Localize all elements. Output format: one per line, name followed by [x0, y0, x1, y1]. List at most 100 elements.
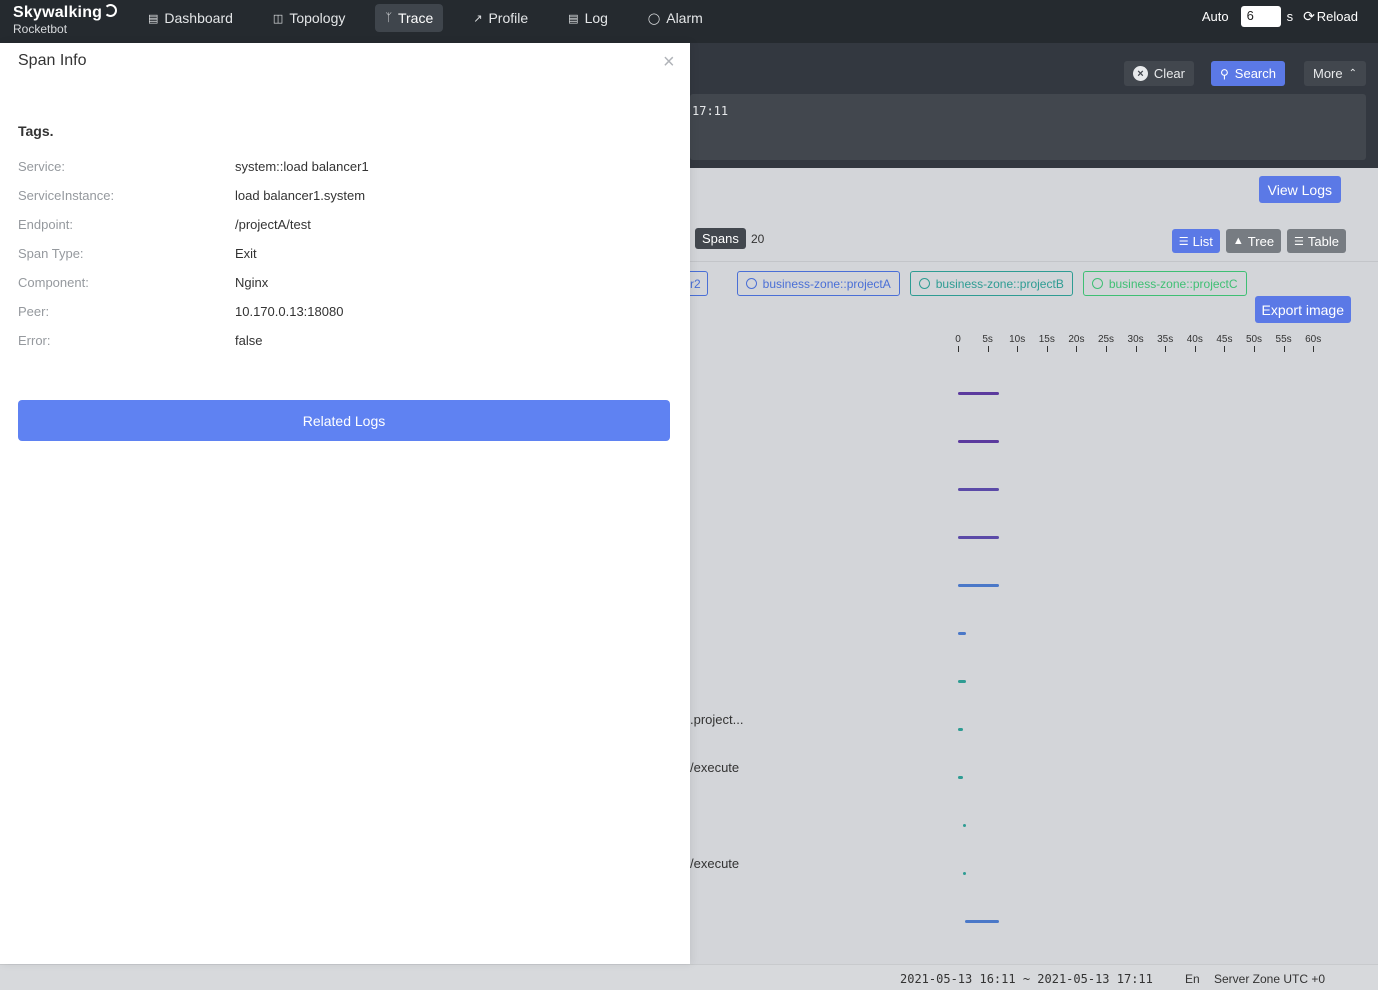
legend-item[interactable]: business-zone::projectB: [909, 271, 1073, 296]
axis-tick: [1135, 346, 1137, 352]
tag-key: Peer:: [18, 304, 50, 319]
span-info-drawer: Span Info × Tags. Service: system::load b…: [0, 43, 690, 964]
view-table-button[interactable]: ☰ Table: [1287, 229, 1346, 253]
axis-tick-label: 20s: [1068, 334, 1085, 345]
span-row-label[interactable]: /execute: [690, 856, 739, 871]
legend-label: business-zone::projectA: [762, 276, 891, 291]
nav-dashboard[interactable]: ▤ Dashboard: [138, 4, 243, 32]
reload-icon: ⟳: [1303, 8, 1315, 24]
clear-button[interactable]: × Clear: [1123, 61, 1194, 86]
tag-row-span-type: Span Type: Exit: [18, 246, 658, 266]
tag-key: ServiceInstance:: [18, 188, 115, 203]
span-bar[interactable]: [958, 536, 999, 539]
legend-item[interactable]: business-zone::projectC: [1082, 271, 1247, 296]
tag-row-endpoint: Endpoint: /projectA/test: [18, 217, 658, 237]
tag-key: Component:: [18, 275, 89, 290]
chevron-up-icon: ⌃: [1348, 68, 1357, 79]
span-bar[interactable]: [958, 488, 999, 491]
divider: [690, 261, 1378, 262]
logo[interactable]: Skywalking Rocketbot: [13, 3, 118, 36]
span-bar[interactable]: [958, 392, 999, 395]
trace-icon: ᛉ: [385, 12, 392, 24]
axis-tick-label: 50s: [1245, 334, 1263, 345]
logo-swirl-icon: [104, 3, 118, 17]
span-row-label[interactable]: .project...: [690, 712, 743, 727]
span-bar[interactable]: [965, 920, 999, 923]
nav-alarm-label: Alarm: [666, 10, 703, 26]
nav-trace[interactable]: ᛉ Trace: [375, 4, 444, 32]
nav-topology[interactable]: ◫ Topology: [263, 4, 355, 32]
axis-tick-label: 30s: [1127, 334, 1144, 345]
nav-log[interactable]: ▤ Log: [558, 4, 618, 32]
export-image-button[interactable]: Export image: [1254, 296, 1351, 323]
tag-row-service-instance: ServiceInstance: load balancer1.system: [18, 188, 658, 208]
view-list-button[interactable]: ☰ List: [1171, 229, 1220, 253]
axis-tick: [1017, 346, 1019, 352]
tag-value: system::load balancer1: [235, 159, 369, 174]
search-icon: ⚲: [1220, 66, 1229, 81]
tag-value: Nginx: [235, 275, 269, 290]
span-bar[interactable]: [963, 824, 966, 827]
span-bar[interactable]: [958, 584, 999, 587]
search-label: Search: [1234, 66, 1276, 81]
related-logs-button[interactable]: Related Logs: [18, 400, 670, 441]
axis-tick: [1224, 346, 1226, 352]
span-row-label[interactable]: /execute: [690, 760, 739, 775]
axis-tick-label: 25s: [1097, 334, 1115, 345]
search-conditions: 17:11: [690, 94, 1366, 160]
legend-item[interactable]: business-zone::projectA: [736, 271, 900, 296]
tag-key: Error:: [18, 333, 51, 348]
axis-tick-label: 35s: [1157, 334, 1174, 345]
drawer-title: Span Info: [18, 52, 87, 69]
tag-key: Service:: [18, 159, 65, 174]
tags-heading: Tags.: [18, 123, 54, 139]
tag-value: false: [235, 333, 263, 348]
span-bar[interactable]: [958, 440, 999, 443]
view-list-label: List: [1192, 233, 1213, 249]
trace-search-panel: × Clear ⚲ Search More ⌃ 17:11: [690, 43, 1378, 168]
axis-tick: [958, 346, 959, 352]
alarm-icon: ◯: [647, 12, 661, 25]
tag-value: /projectA/test: [235, 217, 311, 232]
legend-label: r2: [690, 276, 701, 291]
view-logs-button[interactable]: View Logs: [1258, 176, 1341, 203]
legend-item[interactable]: r2: [690, 271, 708, 296]
time-range[interactable]: 2021-05-13 16:11 ~ 2021-05-13 17:11: [900, 972, 1153, 986]
nav-profile[interactable]: ↗ Profile: [463, 4, 538, 32]
close-icon[interactable]: ×: [663, 51, 675, 74]
tag-row-peer: Peer: 10.170.0.13:18080: [18, 304, 658, 324]
language-switch[interactable]: En: [1185, 972, 1200, 986]
view-tree-button[interactable]: ▲ Tree: [1225, 229, 1282, 253]
list-icon: ☰: [1178, 235, 1189, 248]
more-button[interactable]: More ⌃: [1303, 61, 1366, 86]
span-bar[interactable]: [958, 776, 963, 779]
chart-icon: ▤: [148, 12, 159, 25]
nav-dashboard-label: Dashboard: [164, 10, 233, 26]
auto-refresh: Auto 6 s ⟳ Reload: [1202, 6, 1358, 27]
top-navbar: Skywalking Rocketbot ▤ Dashboard ◫ Topolog…: [0, 0, 1378, 43]
spans-badge: Spans: [695, 228, 746, 249]
search-button[interactable]: ⚲ Search: [1211, 61, 1285, 86]
logo-text: Skywalking: [13, 4, 103, 21]
server-zone[interactable]: Server Zone UTC +0: [1214, 972, 1325, 986]
axis-tick-label: 55s: [1275, 334, 1292, 345]
view-tree-label: Tree: [1247, 233, 1275, 249]
span-bar[interactable]: [963, 872, 966, 875]
span-bar[interactable]: [958, 632, 966, 635]
nav-trace-label: Trace: [397, 10, 434, 26]
axis-tick-label: 60s: [1305, 334, 1322, 345]
span-bar[interactable]: [958, 680, 966, 683]
view-table-label: Table: [1307, 233, 1339, 249]
logo-subtitle: Rocketbot: [13, 22, 68, 36]
nav-alarm[interactable]: ◯ Alarm: [638, 4, 713, 32]
clear-icon: ×: [1132, 66, 1148, 81]
more-label: More: [1312, 66, 1343, 81]
axis-tick-label: 0: [955, 334, 961, 345]
table-icon: ☰: [1294, 235, 1304, 248]
nav-topology-label: Topology: [289, 10, 346, 26]
topology-icon: ◫: [272, 12, 284, 25]
auto-interval-input[interactable]: 6: [1240, 6, 1281, 27]
span-bar[interactable]: [958, 728, 963, 731]
reload-button[interactable]: ⟳ Reload: [1303, 8, 1358, 25]
legend-label: business-zone::projectB: [935, 276, 1064, 291]
